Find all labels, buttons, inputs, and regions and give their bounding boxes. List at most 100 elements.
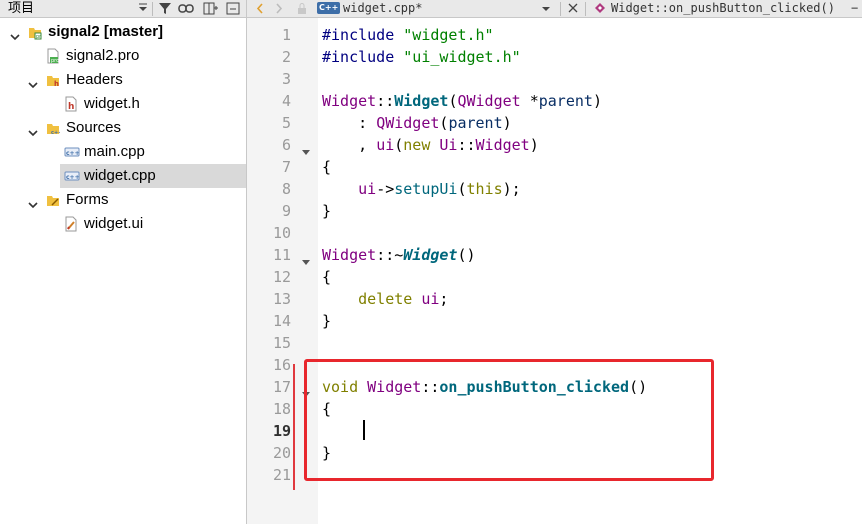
line-number: 9 [281, 202, 291, 220]
code-token: { [322, 268, 332, 286]
code-token: new [403, 136, 431, 154]
code-token: } [322, 202, 332, 220]
cpp-file-badge-icon: C++ [317, 2, 341, 14]
code-token: QWidget [376, 114, 440, 132]
tree-item[interactable]: h widget.h [0, 92, 246, 116]
code-token: Widget [322, 92, 377, 110]
svg-text:pr: pr [36, 34, 42, 40]
link-icon[interactable] [178, 1, 194, 16]
line-number: 18 [272, 400, 291, 418]
split-icon[interactable] [203, 1, 219, 16]
code-token: ; [439, 290, 449, 308]
filter-icon[interactable] [158, 1, 172, 16]
toolbar-divider [585, 2, 586, 16]
tree-item-label: signal2 [master] [48, 23, 164, 40]
line-number: 3 [281, 70, 291, 88]
code-token: "widget.h" [403, 26, 494, 44]
code-line: Widget::Widget(QWidget *parent) [322, 90, 602, 112]
svg-text:c++: c++ [66, 150, 80, 157]
code-token: ui [358, 180, 377, 198]
code-token: * [520, 92, 539, 110]
expand-arrow-icon[interactable] [10, 27, 20, 41]
code-line: delete ui; [322, 288, 448, 310]
headers-folder-icon: h [46, 72, 60, 88]
tree-item-label: widget.h [84, 95, 140, 112]
forward-arrow-icon[interactable] [274, 1, 284, 16]
svg-text:c++: c++ [66, 174, 80, 181]
code-token: ::~ [376, 246, 404, 264]
line-number: 12 [272, 268, 291, 286]
tree-item-label: main.cpp [84, 143, 145, 160]
code-token: ) [529, 136, 539, 154]
current-symbol[interactable]: Widget::on_pushButton_clicked() [611, 0, 835, 17]
code-line: : QWidget(parent) [322, 112, 512, 134]
code-line: { [322, 266, 331, 288]
code-token: "ui_widget.h" [403, 48, 521, 66]
line-number: 17 [272, 378, 291, 396]
code-token: Ui [439, 136, 458, 154]
line-number: 20 [272, 444, 291, 462]
open-file-name[interactable]: widget.cpp* [343, 0, 422, 17]
code-token: ( [457, 180, 467, 198]
close-panel-icon[interactable] [226, 1, 240, 16]
file-dropdown-icon[interactable] [541, 1, 551, 16]
panel-options-icon[interactable] [138, 1, 148, 16]
sources-folder-icon: c++ [46, 120, 62, 136]
code-line: #include "ui_widget.h" [322, 46, 521, 68]
fold-marker-icon[interactable] [301, 142, 311, 155]
tree-item[interactable]: c++ main.cpp [0, 140, 246, 164]
symbol-dropdown-icon[interactable]: − [851, 0, 858, 17]
code-line: } [322, 200, 331, 222]
tree-item[interactable]: widget.ui [0, 212, 246, 236]
code-token: Widget [394, 92, 449, 110]
line-number: 10 [272, 224, 291, 242]
tree-item-label: Forms [66, 191, 109, 208]
code-token: ( [394, 136, 404, 154]
code-line: ui->setupUi(this); [322, 178, 521, 200]
project-tree: pr signal2 [master] pro signal2.pro h Headers… [0, 18, 246, 524]
tree-item[interactable]: h Headers [0, 68, 246, 92]
svg-text:h: h [54, 80, 59, 88]
header-file-icon: h [64, 96, 78, 112]
code-token: parent [448, 114, 503, 132]
code-token: ); [502, 180, 521, 198]
tree-item[interactable]: c++ widget.cpp [60, 164, 246, 188]
expand-arrow-icon[interactable] [28, 195, 38, 209]
line-number: 11 [272, 246, 291, 264]
close-file-icon[interactable] [567, 1, 579, 16]
line-number: 4 [281, 92, 291, 110]
line-number: 2 [281, 48, 291, 66]
code-token: -> [376, 180, 395, 198]
code-token: parent [538, 92, 593, 110]
code-token: QWidget [457, 92, 521, 110]
expand-arrow-icon[interactable] [28, 75, 38, 89]
project-folder-icon: pr [28, 24, 42, 40]
back-arrow-icon[interactable] [255, 1, 265, 16]
expand-arrow-icon[interactable] [28, 123, 38, 137]
tree-item[interactable]: c++ Sources [0, 116, 246, 140]
code-token: Widget [322, 246, 377, 264]
tree-item-label: Headers [66, 71, 123, 88]
ui-file-icon [64, 216, 78, 232]
line-number: 6 [281, 136, 291, 154]
code-token: this [466, 180, 503, 198]
toolbar-divider [152, 2, 153, 16]
cpp-file-icon: c++ [64, 144, 80, 160]
pro-file-icon: pro [46, 48, 60, 64]
fold-marker-icon[interactable] [301, 252, 311, 265]
highlight-annotation [304, 359, 714, 481]
code-line: , ui(new Ui::Widget) [322, 134, 539, 156]
tree-item[interactable]: Forms [0, 188, 246, 212]
code-token: setupUi [394, 180, 458, 198]
line-number: 7 [281, 158, 291, 176]
line-number: 8 [281, 180, 291, 198]
code-token: { [322, 158, 332, 176]
tree-item[interactable]: pr signal2 [master] [0, 20, 246, 44]
lock-icon[interactable] [297, 1, 307, 16]
code-token: ) [502, 114, 512, 132]
change-marker [293, 364, 295, 490]
code-token: : [322, 114, 377, 132]
tree-item[interactable]: pro signal2.pro [0, 44, 246, 68]
